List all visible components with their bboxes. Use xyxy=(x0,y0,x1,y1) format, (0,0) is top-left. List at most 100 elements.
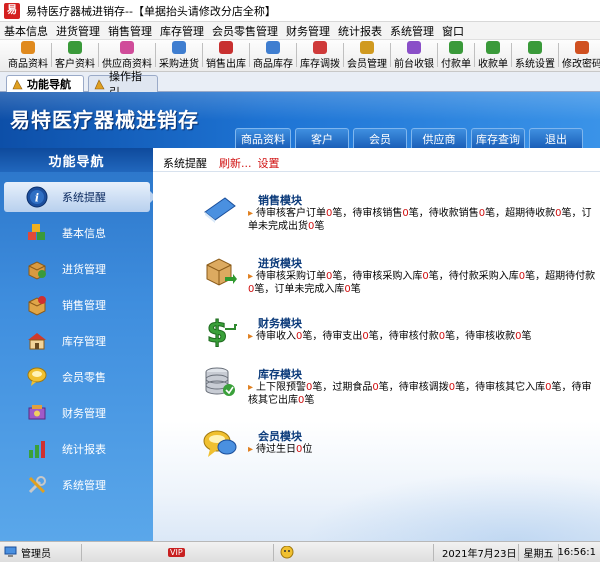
banner-nav-customers[interactable]: 客户 xyxy=(295,128,349,148)
module-title: 财务模块 xyxy=(258,317,302,330)
module-description: ▸ 待过生日0位 xyxy=(248,443,598,456)
product-icon xyxy=(21,41,35,54)
finance-icon xyxy=(28,405,46,420)
toolbar-button[interactable]: 供应商资料 xyxy=(100,40,154,70)
toolbar-button[interactable]: 商品资料 xyxy=(6,40,50,70)
sidebar-item-label: 系统提醒 xyxy=(62,191,106,204)
breadcrumb-title: 系统提醒 xyxy=(163,156,207,170)
members-icon xyxy=(27,367,47,386)
toolbar-button[interactable]: 付款单 xyxy=(439,40,473,70)
sidebar-item-system[interactable]: 系统管理 xyxy=(4,470,150,500)
sales-out-icon xyxy=(219,41,233,54)
sidebar-item-reports[interactable]: 统计报表 xyxy=(4,434,150,464)
bullet-arrow-icon: ▸ xyxy=(248,331,254,342)
sidebar-item-label: 会员零售 xyxy=(62,371,106,384)
sidebar-item-system-reminder[interactable]: i 系统提醒 xyxy=(4,182,156,212)
toolbar-separator xyxy=(390,43,391,67)
toolbar-button[interactable]: 修改密码 xyxy=(560,40,600,70)
database-icon xyxy=(205,367,235,396)
toolbar-button-label: 库存调拨 xyxy=(300,59,340,70)
sales-box-icon xyxy=(28,296,46,316)
tab-label: 功能导航 xyxy=(27,78,71,91)
svg-text:i: i xyxy=(35,192,39,205)
tab-operation-guide[interactable]: 操作指引 xyxy=(88,70,158,99)
customer-icon xyxy=(68,41,82,54)
toolbar-button-label: 客户资料 xyxy=(55,59,95,70)
purchase-module-icon xyxy=(206,258,237,286)
menu-finance[interactable]: 财务管理 xyxy=(282,23,334,39)
status-user-avatar xyxy=(274,543,434,561)
toolbar-button-label: 采购进货 xyxy=(159,59,199,70)
toolbar-button[interactable]: 前台收银 xyxy=(392,40,436,70)
banner-title: 易特医疗器械进销存 xyxy=(10,108,199,132)
bar-chart-icon xyxy=(29,441,45,458)
toolbar-separator xyxy=(98,43,99,67)
date-text: 2021年7月23日 xyxy=(442,548,517,560)
description-text: 其它出库 xyxy=(258,395,298,406)
tab-row: 功能导航 操作指引 xyxy=(0,70,600,99)
banner-nav-stock-query[interactable]: 库存查询 xyxy=(471,128,525,148)
menu-sales[interactable]: 销售管理 xyxy=(104,23,156,39)
description-text: 待审核采购订单 xyxy=(256,271,327,282)
member-icon xyxy=(360,41,374,54)
menu-member-retail[interactable]: 会员零售管理 xyxy=(208,23,282,39)
module-title: 会员模块 xyxy=(258,430,302,443)
guide-tab-icon xyxy=(94,79,105,90)
menu-window[interactable]: 窗口 xyxy=(438,23,468,39)
tab-function-nav[interactable]: 功能导航 xyxy=(6,75,84,92)
sidebar-item-basic-info[interactable]: 基本信息 xyxy=(4,218,150,248)
toolbar-button[interactable]: 商品库存 xyxy=(251,40,295,70)
description-text: 位 xyxy=(302,444,313,455)
toolbar-separator xyxy=(51,43,52,67)
toolbar-button-label: 收款单 xyxy=(478,59,508,70)
refresh-link[interactable]: 刷新... xyxy=(219,155,252,171)
menu-basic-info[interactable]: 基本信息 xyxy=(0,23,52,39)
banner-nav-suppliers[interactable]: 供应商 xyxy=(411,128,467,148)
settings-icon xyxy=(528,41,542,54)
transfer-icon xyxy=(313,41,327,54)
sidebar-item-label: 进货管理 xyxy=(62,263,106,276)
banner-nav-exit[interactable]: 退出 xyxy=(529,128,583,148)
toolbar-button[interactable]: 收款单 xyxy=(476,40,510,70)
bullet-arrow-icon: ▸ xyxy=(248,208,254,219)
status-weekday: 星期五 xyxy=(519,543,559,561)
info-icon: i xyxy=(26,186,48,208)
description-text: 待审收入 xyxy=(256,331,297,342)
app-logo-icon: 易 xyxy=(4,2,20,19)
sidebar-item-label: 财务管理 xyxy=(62,407,106,420)
window-title: 易特医疗器械进销存--【单据抬头请修改分店全称】 xyxy=(26,4,276,18)
banner-nav-products[interactable]: 商品资料 xyxy=(235,128,291,148)
header-banner: 易特医疗器械进销存 商品资料 客户 会员 供应商 库存查询 退出 xyxy=(0,92,600,148)
toolbar-button[interactable]: 会员管理 xyxy=(345,40,389,70)
menu-system[interactable]: 系统管理 xyxy=(386,23,438,39)
sidebar-item-finance[interactable]: 财务管理 xyxy=(4,398,150,428)
toolbar-button[interactable]: 销售出库 xyxy=(204,40,248,70)
toolbar-button[interactable]: 系统设置 xyxy=(513,40,557,70)
warehouse-icon xyxy=(28,333,46,350)
sidebar-item-inventory[interactable]: 库存管理 xyxy=(4,326,150,356)
menu-purchase[interactable]: 进货管理 xyxy=(52,23,104,39)
sidebar-item-label: 库存管理 xyxy=(62,335,106,348)
description-text: 笔 xyxy=(304,395,315,406)
finance-module: $ 财务模块 ▸ 待审收入0笔，待审支出0笔，待审核付款0笔，待审核收款0笔 xyxy=(203,315,598,351)
toolbar-button-label: 销售出库 xyxy=(206,59,246,70)
toolbar-button-label: 修改密码 xyxy=(562,59,600,70)
settings-link[interactable]: 设置 xyxy=(258,155,280,171)
sidebar-item-sales[interactable]: 销售管理 xyxy=(4,290,150,320)
sidebar-item-purchase[interactable]: 进货管理 xyxy=(4,254,150,284)
toolbar-button[interactable]: 客户资料 xyxy=(53,40,97,70)
menu-inventory[interactable]: 库存管理 xyxy=(156,23,208,39)
banner-nav-members[interactable]: 会员 xyxy=(353,128,407,148)
vip-badge: VIP xyxy=(168,547,185,557)
toolbar-button[interactable]: 采购进货 xyxy=(157,40,201,70)
avatar-icon xyxy=(280,545,294,558)
description-text: 笔，待付款采购入库 xyxy=(428,271,519,282)
toolbar-button[interactable]: 库存调拨 xyxy=(298,40,342,70)
bullet-arrow-icon: ▸ xyxy=(248,382,254,393)
member-module: 会员模块 ▸ 待过生日0位 xyxy=(203,428,598,464)
toolbar-button-label: 商品库存 xyxy=(253,59,293,70)
description-text: 完成出货 xyxy=(268,221,308,232)
toolbar-separator xyxy=(511,43,512,67)
sidebar-item-member-retail[interactable]: 会员零售 xyxy=(4,362,150,392)
menu-reports[interactable]: 统计报表 xyxy=(334,23,386,39)
